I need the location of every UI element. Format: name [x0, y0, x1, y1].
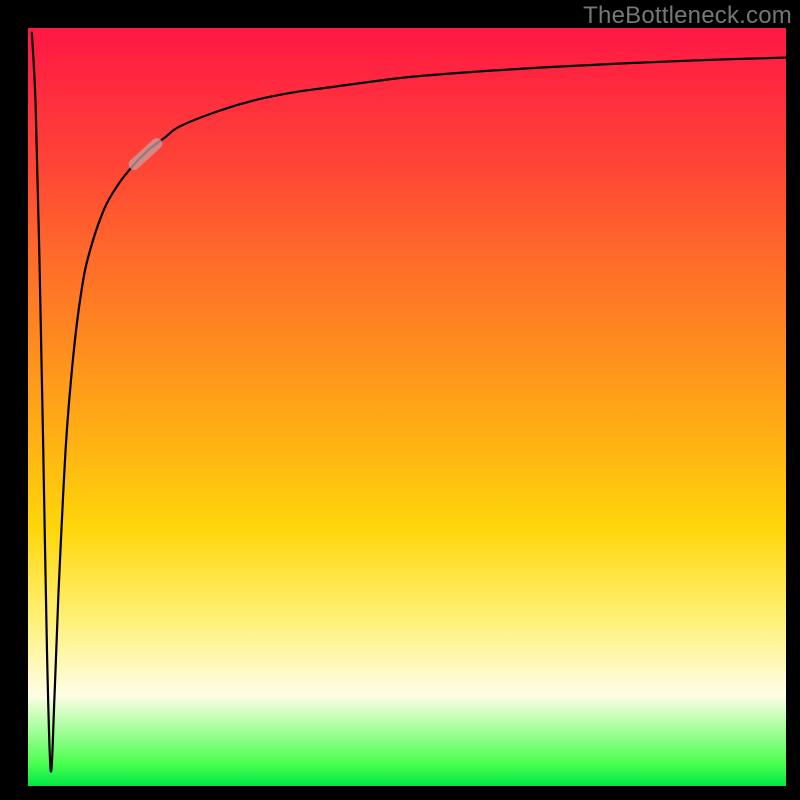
- watermark-text: TheBottleneck.com: [583, 2, 792, 30]
- plot-area: [28, 28, 786, 786]
- chart-svg: [28, 28, 786, 786]
- chart-frame: TheBottleneck.com: [0, 0, 800, 800]
- bottleneck-curve: [32, 32, 786, 772]
- operating-segment-marker: [134, 144, 157, 165]
